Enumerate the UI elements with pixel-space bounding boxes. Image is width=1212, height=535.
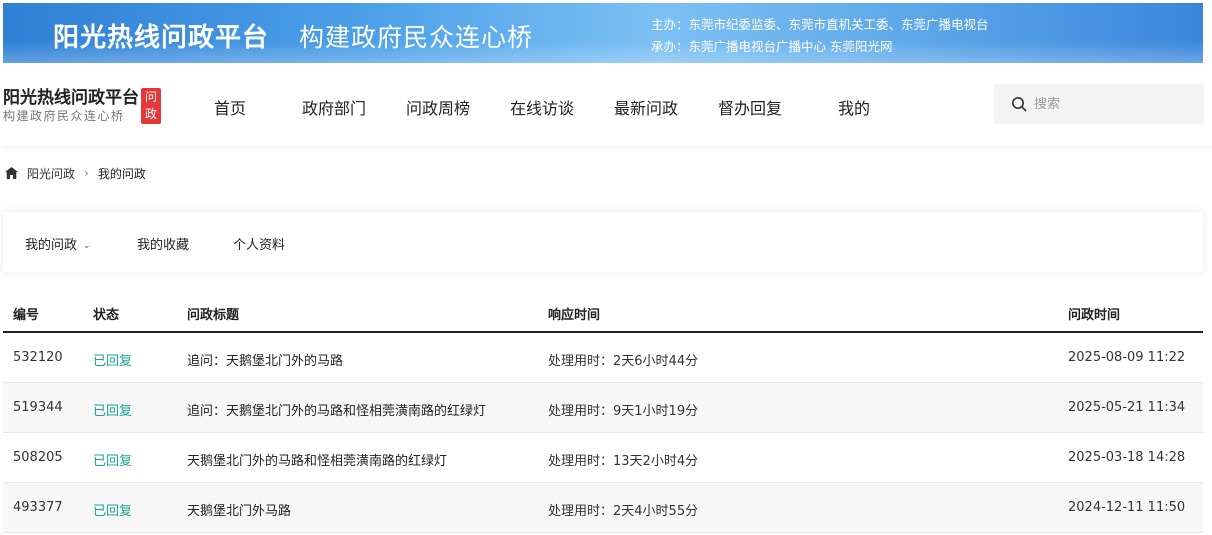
breadcrumb-separator: ›	[84, 166, 89, 180]
banner-info: 主办：东莞市纪委监委、东莞市直机关工委、东莞广播电视台 承办：东莞广播电视台广播…	[651, 14, 989, 58]
nav-item-mine[interactable]: 我的	[838, 95, 870, 119]
nav-item-weekly-ranking[interactable]: 问政周榜	[406, 95, 470, 119]
banner-organizer-line: 承办：东莞广播电视台广播中心 东莞阳光网	[651, 39, 893, 54]
tab-profile[interactable]: 个人资料	[233, 234, 285, 253]
logo-badge: 问 政	[141, 88, 161, 124]
chevron-down-icon: ⌄	[83, 241, 91, 251]
search-icon[interactable]	[1011, 96, 1027, 112]
cell-inquiry-time: 2025-05-21 11:34	[1068, 400, 1186, 415]
table-row[interactable]: 493377 已回复 天鹅堡北门外马路 处理用时：2天4小时55分 2024-1…	[3, 483, 1203, 533]
cell-title-link[interactable]: 追问：天鹅堡北门外的马路	[187, 350, 343, 369]
logo-subtitle: 构建政府民众连心桥	[3, 109, 125, 123]
tabs-card: 我的问政 ⌄ 我的收藏 个人资料	[3, 212, 1203, 272]
logo-badge-bottom-char: 政	[144, 107, 157, 121]
logo-title: 阳光热线问政平台	[3, 88, 139, 108]
top-banner: 阳光热线问政平台 构建政府民众连心桥 主办：东莞市纪委监委、东莞市直机关工委、东…	[3, 3, 1203, 63]
tab-my-favorites[interactable]: 我的收藏	[137, 234, 189, 253]
nav-item-latest[interactable]: 最新问政	[614, 95, 678, 119]
nav-item-supervision[interactable]: 督办回复	[718, 95, 782, 119]
logo-badge-top-char: 问	[144, 90, 157, 104]
breadcrumb-home-link[interactable]: 阳光问政	[27, 165, 75, 182]
cell-status: 已回复	[93, 354, 133, 369]
inquiries-table: 编号 状态 问政标题 响应时间 问政时间 532120 已回复 追问：天鹅堡北门…	[3, 292, 1203, 533]
cell-title-link[interactable]: 天鹅堡北门外的马路和怪相莞潢南路的红绿灯	[187, 450, 447, 469]
cell-inquiry-time: 2025-03-18 14:28	[1068, 450, 1186, 465]
column-header-response-time: 响应时间	[548, 308, 601, 323]
table-header: 编号 状态 问政标题 响应时间 问政时间	[3, 292, 1203, 333]
tab-my-inquiries[interactable]: 我的问政 ⌄	[25, 234, 91, 253]
cell-response-time: 处理用时：2天6小时44分	[548, 354, 699, 369]
column-header-inquiry-time: 问政时间	[1068, 308, 1121, 323]
cell-inquiry-time: 2025-08-09 11:22	[1068, 350, 1186, 365]
cell-id: 532120	[13, 350, 63, 365]
site-header: 阳光热线问政平台 构建政府民众连心桥 问 政 首页 政府部门 问政周榜 在线访谈…	[0, 66, 1212, 146]
cell-status: 已回复	[93, 404, 133, 419]
cell-status: 已回复	[93, 454, 133, 469]
cell-response-time: 处理用时：9天1小时19分	[548, 404, 699, 419]
cell-title-link[interactable]: 追问：天鹅堡北门外的马路和怪相莞潢南路的红绿灯	[187, 400, 486, 419]
table-row[interactable]: 519344 已回复 追问：天鹅堡北门外的马路和怪相莞潢南路的红绿灯 处理用时：…	[3, 383, 1203, 433]
search-box[interactable]	[994, 84, 1204, 124]
cell-id: 493377	[13, 500, 63, 515]
home-icon[interactable]	[4, 166, 19, 180]
cell-title-link[interactable]: 天鹅堡北门外马路	[187, 500, 291, 519]
site-logo[interactable]: 阳光热线问政平台 构建政府民众连心桥 问 政	[3, 88, 161, 124]
banner-host-line: 主办：东莞市纪委监委、东莞市直机关工委、东莞广播电视台	[651, 17, 989, 32]
cell-id: 519344	[13, 400, 63, 415]
table-row[interactable]: 532120 已回复 追问：天鹅堡北门外的马路 处理用时：2天6小时44分 20…	[3, 333, 1203, 383]
cell-response-time: 处理用时：2天4小时55分	[548, 504, 699, 519]
breadcrumb-current: 我的问政	[97, 166, 146, 181]
nav-item-online-interview[interactable]: 在线访谈	[510, 95, 574, 119]
column-header-title: 问政标题	[187, 308, 240, 323]
tab-my-inquiries-label: 我的问政	[25, 238, 78, 253]
banner-slogan: 构建政府民众连心桥	[299, 23, 534, 52]
nav-item-home[interactable]: 首页	[214, 95, 246, 119]
column-header-status: 状态	[93, 308, 120, 323]
search-input[interactable]	[1034, 92, 1194, 116]
column-header-id: 编号	[13, 308, 40, 323]
table-row[interactable]: 508205 已回复 天鹅堡北门外的马路和怪相莞潢南路的红绿灯 处理用时：13天…	[3, 433, 1203, 483]
cell-response-time: 处理用时：13天2小时4分	[548, 454, 699, 469]
nav-item-departments[interactable]: 政府部门	[302, 95, 366, 119]
cell-inquiry-time: 2024-12-11 11:50	[1068, 500, 1186, 515]
cell-status: 已回复	[93, 504, 133, 519]
breadcrumb: 阳光问政 › 我的问政	[4, 164, 146, 182]
cell-id: 508205	[13, 450, 63, 465]
banner-title: 阳光热线问政平台	[53, 23, 270, 53]
